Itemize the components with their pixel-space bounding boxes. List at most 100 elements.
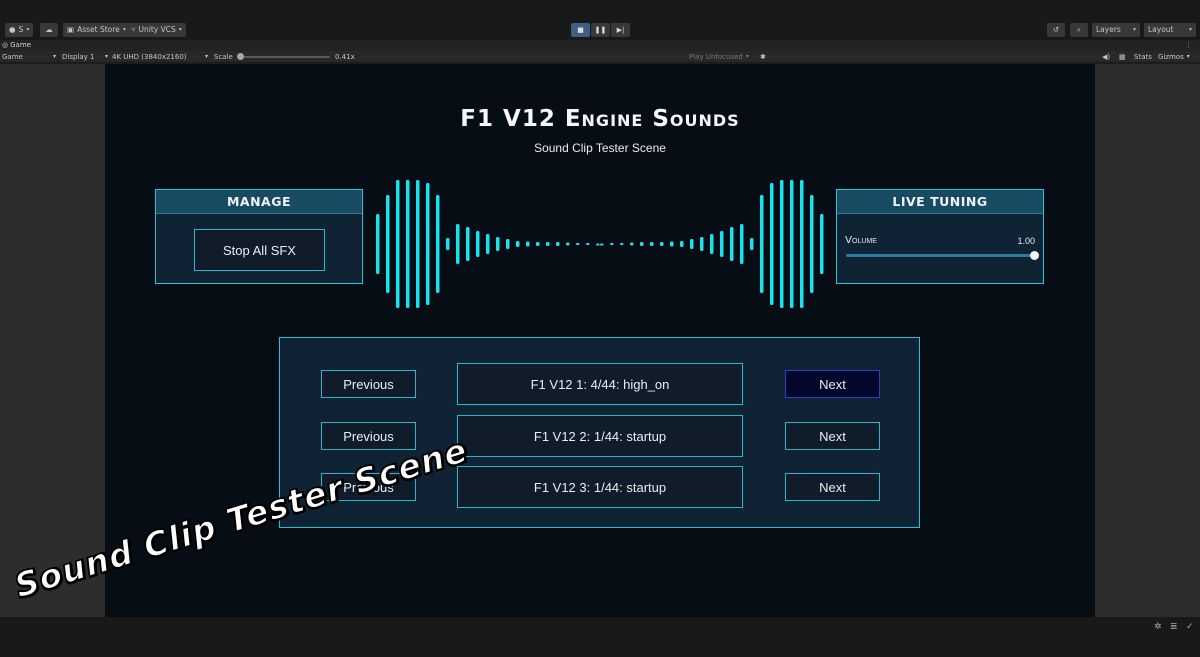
branch-icon: ⑂ <box>131 25 136 34</box>
search-icon: ⌕ <box>1076 25 1082 34</box>
chevron-down-icon: ▾ <box>104 53 108 60</box>
waveform-bar <box>446 238 450 250</box>
scale-slider-knob[interactable] <box>237 53 244 60</box>
account-icon: ● <box>9 25 16 34</box>
waveform-bar <box>576 243 580 245</box>
pause-button[interactable]: ❚❚ <box>591 23 610 37</box>
waveform-bar <box>760 195 764 293</box>
tab-game-label: Game <box>10 41 31 49</box>
clip-2-previous-button[interactable]: Previous <box>321 422 416 450</box>
stop-icon: ■ <box>577 26 584 34</box>
live-tuning-panel-header: LIVE TUNING <box>837 190 1043 214</box>
tab-game[interactable]: ◎ Game <box>2 40 31 51</box>
waveform-bar <box>556 242 560 246</box>
clip-3-name: F1 V12 3: 1/44: startup <box>457 466 743 508</box>
volume-slider[interactable] <box>846 251 1039 260</box>
waveform-bar <box>700 237 704 251</box>
waveform-bar <box>740 224 744 264</box>
waveform-bar <box>610 243 614 245</box>
stop-all-sfx-button[interactable]: Stop All SFX <box>194 229 325 271</box>
waveform-bar <box>750 238 754 250</box>
waveform-bar <box>730 227 734 261</box>
waveform-bar <box>640 242 644 246</box>
clip-3-next-button[interactable]: Next <box>785 473 880 501</box>
waveform-bar <box>620 243 624 245</box>
waveform-bar <box>630 242 634 246</box>
layers-dropdown[interactable]: Layers ▾ <box>1092 23 1140 37</box>
waveform-bar <box>586 243 590 245</box>
game-view-toolbar: Game ▾ Display 1 ▾ 4K UHD (3840x2160) ▾ … <box>0 51 1200 63</box>
divider <box>58 52 59 62</box>
editor-top-strip <box>0 0 1200 20</box>
search-button[interactable]: ⌕ <box>1070 23 1088 37</box>
stats-button[interactable]: Stats <box>1134 51 1152 63</box>
play-focus-dropdown[interactable]: Play Unfocused ▾ <box>689 51 749 63</box>
history-button[interactable]: ↺ <box>1047 23 1065 37</box>
waveform-bar <box>386 195 390 293</box>
unity-vcs-button[interactable]: ⑂ Unity VCS ▾ <box>127 23 186 37</box>
scale-label: Scale <box>214 53 233 61</box>
gizmos-dropdown[interactable]: Gizmos ▾ <box>1158 51 1190 63</box>
waveform-bar <box>800 180 804 308</box>
waveform-bar <box>396 180 400 308</box>
game-mode-dropdown[interactable]: Game ▾ <box>2 51 56 63</box>
chevron-down-icon: ▾ <box>122 26 126 33</box>
clip-1-next-button[interactable]: Next <box>785 370 880 398</box>
bug-icon[interactable]: ✱ <box>760 51 766 63</box>
shopping-bag-icon: ▣ <box>67 25 75 34</box>
history-icon: ↺ <box>1052 25 1060 34</box>
game-mode-label: Game <box>2 53 23 61</box>
chevron-down-icon: ▾ <box>1188 26 1192 33</box>
scale-value: 0.41x <box>335 53 355 61</box>
layout-dropdown[interactable]: Layout ▾ <box>1144 23 1196 37</box>
waveform-bar <box>506 239 510 249</box>
display-dropdown[interactable]: Display 1 ▾ <box>62 51 108 63</box>
more-options-icon[interactable]: ⋮ <box>1185 40 1192 51</box>
waveform-bar <box>790 180 794 308</box>
gizmos-label: Gizmos <box>1158 53 1184 61</box>
display-label: Display 1 <box>62 53 95 61</box>
check-circle-icon[interactable]: ✓ <box>1186 622 1194 632</box>
keyboard-icon[interactable]: ▦ <box>1119 51 1126 63</box>
clip-1-previous-button[interactable]: Previous <box>321 370 416 398</box>
pause-icon: ❚❚ <box>594 26 607 34</box>
unity-vcs-label: Unity VCS <box>138 25 176 34</box>
chevron-down-icon: ▾ <box>1186 53 1190 60</box>
step-button[interactable]: ▶| <box>611 23 630 37</box>
account-button[interactable]: ● S ▾ <box>5 23 34 37</box>
clip-2-next-button[interactable]: Next <box>785 422 880 450</box>
step-icon: ▶| <box>616 26 625 34</box>
waveform-bar <box>516 241 520 247</box>
cloud-button[interactable]: ☁ <box>40 23 58 37</box>
resolution-dropdown[interactable]: 4K UHD (3840x2160) ▾ <box>112 51 208 63</box>
waveform-bar <box>690 239 694 249</box>
resolution-label: 4K UHD (3840x2160) <box>112 53 187 61</box>
cloud-icon: ☁ <box>45 25 53 34</box>
waveform-bar <box>810 195 814 293</box>
page-title: F1 V12 Engine Sounds <box>460 106 740 132</box>
waveform-bar <box>376 214 380 274</box>
waveform-bar <box>670 241 674 247</box>
scale-slider-track[interactable] <box>240 56 330 58</box>
letterbox-left <box>0 64 105 617</box>
debug-icon[interactable]: ✲ <box>1154 622 1162 632</box>
volume-slider-handle[interactable] <box>1030 251 1039 260</box>
stop-play-button[interactable]: ■ <box>571 23 590 37</box>
volume-slider-fill <box>846 254 1034 257</box>
editor-status-bar <box>0 617 1200 657</box>
volume-value: 1.00 <box>1017 236 1035 246</box>
layers-stack-icon[interactable]: ≣ <box>1170 622 1178 632</box>
live-tuning-panel: LIVE TUNING Volume 1.00 <box>836 189 1044 284</box>
audio-mute-icon[interactable]: ◀) <box>1102 51 1110 63</box>
waveform-bar <box>426 183 430 305</box>
waveform-bar <box>650 242 654 246</box>
waveform-visualizer <box>376 180 824 308</box>
letterbox-right <box>1095 64 1200 617</box>
waveform-bar <box>456 224 460 264</box>
waveform-bar <box>496 237 500 251</box>
waveform-bar <box>436 195 440 293</box>
asset-store-button[interactable]: ▣ Asset Store ▾ <box>63 23 130 37</box>
waveform-bar <box>720 231 724 257</box>
chevron-down-icon: ▾ <box>52 53 56 60</box>
waveform-bar <box>680 241 684 247</box>
